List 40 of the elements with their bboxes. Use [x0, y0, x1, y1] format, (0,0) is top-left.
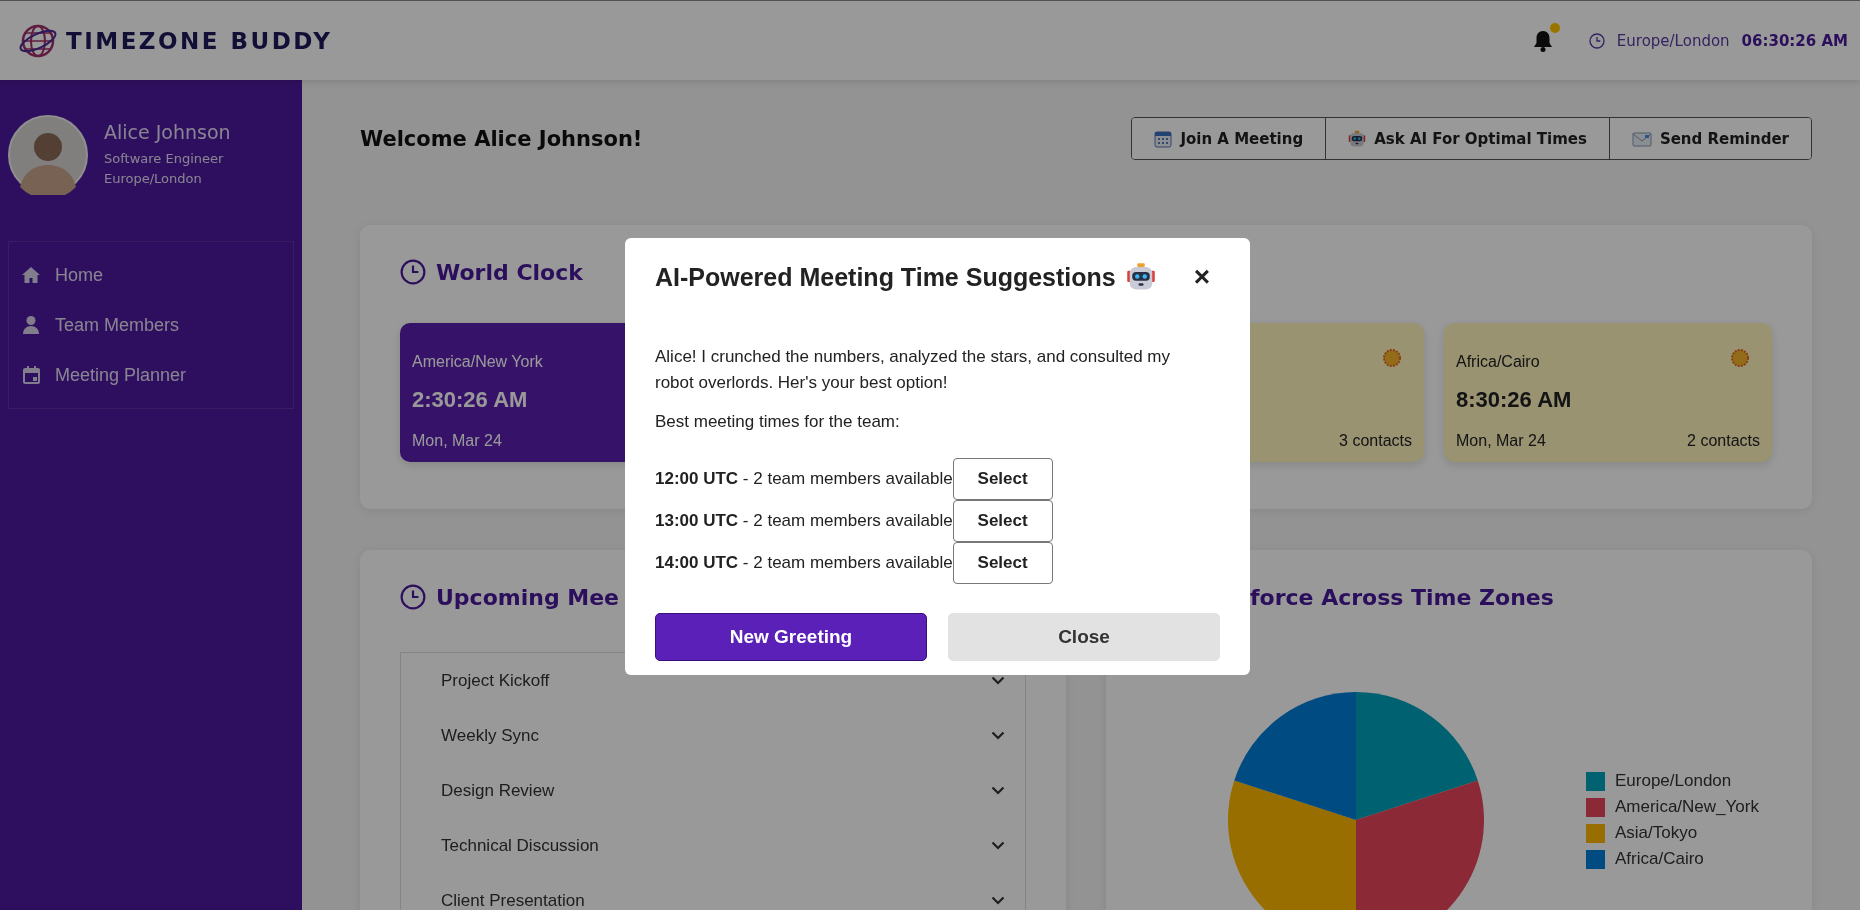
action-button[interactable]: Join A Meeting: [1132, 118, 1326, 159]
nav-item[interactable]: Team Members: [21, 300, 281, 350]
app-logo: TIMEZONE BUDDY: [66, 27, 333, 54]
dialog-button[interactable]: Close: [948, 613, 1220, 661]
select-button[interactable]: Select: [952, 458, 1053, 500]
legend-label: America/New_York: [1615, 797, 1759, 817]
legend-label: Asia/Tokyo: [1615, 823, 1698, 843]
legend-label: Africa/Cairo: [1615, 849, 1704, 869]
time-slot: 14:00 UTC - 2 team members available: [655, 553, 953, 573]
user-role: Software Engineer: [104, 150, 225, 168]
select-button[interactable]: Select: [952, 500, 1053, 542]
welcome-heading: Welcome Alice Johnson!: [360, 126, 643, 151]
current-time: 06:30:26 AM: [1741, 31, 1848, 50]
action-button[interactable]: Send Reminder: [1608, 118, 1811, 159]
contacts-count: 2 contacts: [1687, 432, 1760, 450]
select-button[interactable]: Select: [952, 542, 1053, 584]
dialog-title: AI-Powered Meeting Time Suggestions: [655, 262, 1116, 292]
time-slot: 12:00 UTC - 2 team members available: [655, 469, 953, 489]
clock-time: 8:30:26 AM: [1456, 387, 1572, 414]
clock-date: Mon, Mar 24: [412, 432, 502, 450]
contacts-count: 3 contacts: [1339, 432, 1412, 450]
section-title: force Across Time Zones: [1250, 584, 1554, 610]
time-slot: 13:00 UTC - 2 team members available: [655, 511, 953, 531]
timezone-label: Europe/London: [1616, 31, 1730, 50]
section-title: World Clock: [436, 259, 583, 285]
nav-item[interactable]: Meeting Planner: [21, 350, 281, 400]
timezone-name: Africa/Cairo: [1456, 353, 1540, 372]
user-timezone: Europe/London: [104, 170, 203, 188]
legend-label: Europe/London: [1615, 771, 1732, 791]
nav-item[interactable]: Home: [21, 250, 281, 300]
clock-time: 2:30:26 AM: [412, 387, 528, 414]
action-button[interactable]: Ask AI For Optimal Times: [1325, 118, 1609, 159]
dialog-message: Alice! I crunched the numbers, analyzed the stars, and consulted my robot overlords. Her's your best option!: [655, 346, 1171, 394]
clock-date: Mon, Mar 24: [1456, 432, 1546, 450]
dialog-button[interactable]: New Greeting: [655, 613, 927, 661]
section-title: Upcoming Mee: [436, 584, 620, 610]
dialog-subtitle: Best meeting times for the team:: [655, 412, 901, 432]
close-button[interactable]: ×: [1189, 263, 1214, 291]
user-name: Alice Johnson: [104, 121, 231, 143]
timezone-name: America/New York: [412, 353, 543, 372]
